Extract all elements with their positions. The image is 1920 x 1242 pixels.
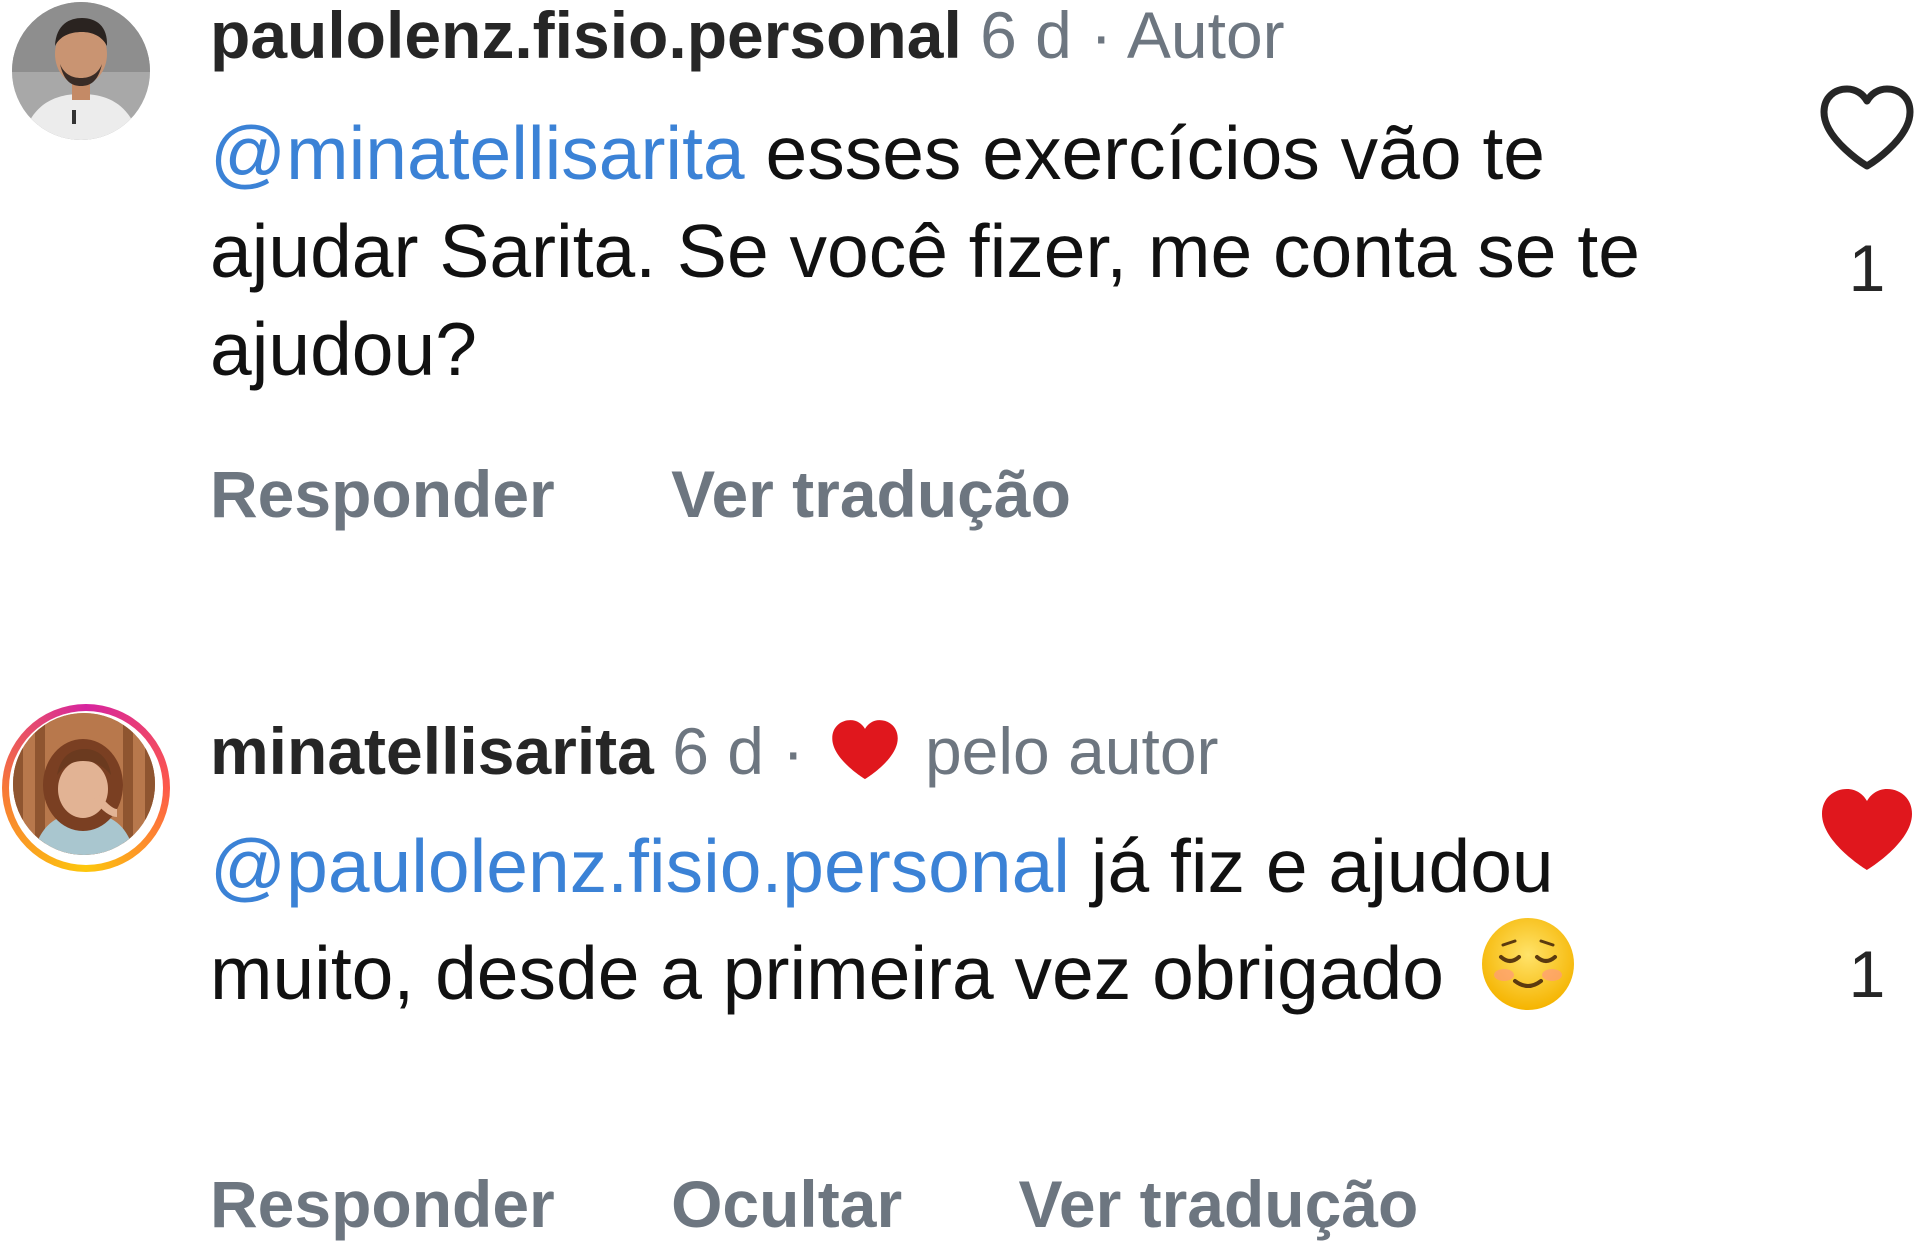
comment-header: paulolenz.fisio.personal 6 d · Autor [210, 2, 1285, 68]
heart-filled-icon [1822, 789, 1912, 870]
reply-button[interactable]: Responder [210, 456, 555, 532]
hide-button[interactable]: Ocultar [671, 1166, 902, 1242]
see-translation-button[interactable]: Ver tradução [671, 456, 1071, 532]
like-button[interactable] [1818, 786, 1916, 874]
comment-actions: Responder Ver tradução [210, 456, 1169, 532]
comment-text: @minatellisarita esses exercícios vão te… [210, 104, 1670, 398]
mention-link[interactable]: @minatellisarita [210, 111, 745, 195]
heart-filled-icon [829, 718, 901, 782]
comment-header: minatellisarita 6 d · pelo autor [210, 718, 1219, 784]
avatar[interactable] [13, 713, 155, 855]
meta-separator: · [782, 714, 805, 788]
smiling-face-icon [1479, 915, 1577, 1013]
comment-time: 6 d [672, 714, 764, 788]
mention-link[interactable]: @paulolenz.fisio.personal [210, 824, 1070, 908]
comment-text: @paulolenz.fisio.personal já fiz e ajudo… [210, 817, 1670, 1022]
heart-outline-icon [1820, 85, 1914, 170]
meta-separator: · [1090, 0, 1113, 72]
like-count: 1 [1848, 231, 1886, 305]
comment-actions: Responder Ocultar Ver tradução [210, 1166, 1516, 1242]
comment-time: 6 d [980, 0, 1072, 72]
comment-item: paulolenz.fisio.personal 6 d · Autor @mi… [0, 0, 1920, 560]
username[interactable]: minatellisarita [210, 714, 654, 788]
reply-button[interactable]: Responder [210, 1166, 555, 1242]
author-badge: Autor [1126, 0, 1285, 72]
like-count: 1 [1848, 937, 1886, 1011]
liked-by-author-label: pelo autor [924, 714, 1219, 788]
like-button[interactable] [1818, 84, 1916, 172]
profile-photo-woman-icon [13, 713, 155, 855]
see-translation-button[interactable]: Ver tradução [1019, 1166, 1419, 1242]
username[interactable]: paulolenz.fisio.personal [210, 0, 962, 72]
profile-photo-man-icon [12, 2, 150, 140]
avatar[interactable] [12, 2, 150, 140]
comment-item: minatellisarita 6 d · pelo autor @paulol… [0, 700, 1920, 1242]
